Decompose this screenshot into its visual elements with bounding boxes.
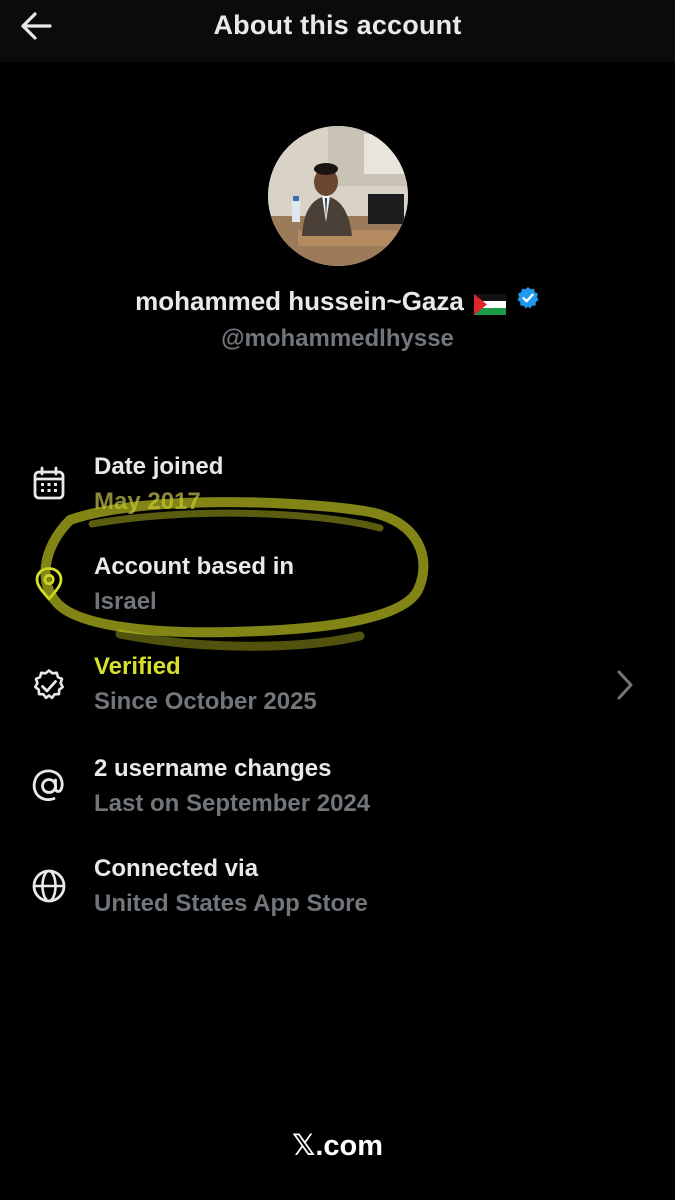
location-pin-icon xyxy=(29,564,69,604)
profile-handle: @mohammedlhysse xyxy=(221,325,454,352)
verified-value: Since October 2025 xyxy=(94,688,317,715)
x-logo-icon: 𝕏 xyxy=(291,1130,316,1162)
username-changes-label: 2 username changes xyxy=(94,755,332,782)
palestine-flag-icon xyxy=(473,291,506,315)
date-joined-value: May 2017 xyxy=(94,488,201,515)
info-row-username-changes: 2 username changes Last on September 202… xyxy=(0,752,675,832)
chevron-right-icon[interactable] xyxy=(610,665,640,705)
display-name: mohammed hussein~Gaza xyxy=(135,286,464,316)
info-row-account-location: Account based in Israel xyxy=(0,550,675,630)
footer-domain-text: .com xyxy=(315,1130,384,1162)
globe-icon xyxy=(29,866,69,906)
at-sign-icon xyxy=(29,766,69,806)
info-row-verified[interactable]: Verified Since October 2025 xyxy=(0,650,675,730)
top-bar: About this account xyxy=(0,0,675,62)
verified-badge-icon xyxy=(516,286,540,317)
avatar[interactable] xyxy=(268,126,408,266)
calendar-icon xyxy=(29,464,69,504)
connected-via-label: Connected via xyxy=(94,855,259,882)
footer-watermark: 𝕏.com xyxy=(0,1128,675,1163)
profile-name-row: mohammed hussein~Gaza xyxy=(0,286,675,317)
page-title: About this account xyxy=(213,10,462,40)
username-changes-value: Last on September 2024 xyxy=(94,790,371,817)
verified-label: Verified xyxy=(94,653,181,680)
account-based-in-value: Israel xyxy=(94,588,157,615)
info-row-date-joined: Date joined May 2017 xyxy=(0,450,675,530)
connected-via-value: United States App Store xyxy=(94,890,368,917)
verified-icon xyxy=(29,664,69,704)
info-row-connected-via: Connected via United States App Store xyxy=(0,852,675,932)
account-based-in-label: Account based in xyxy=(94,553,295,580)
date-joined-label: Date joined xyxy=(94,453,224,480)
